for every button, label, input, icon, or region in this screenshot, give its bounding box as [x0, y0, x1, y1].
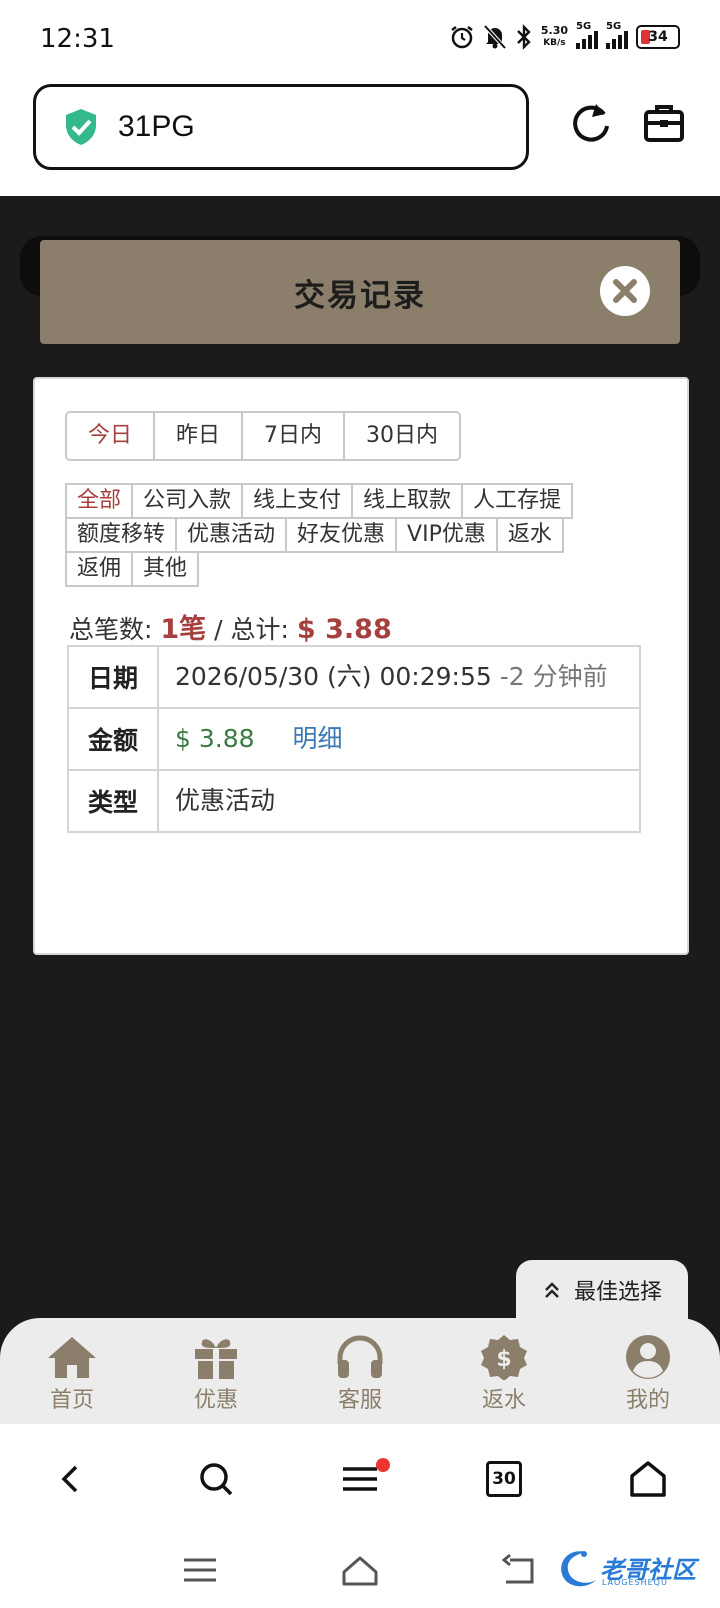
- nav-label-home: 首页: [49, 1388, 94, 1413]
- tab-today[interactable]: 今日: [67, 413, 156, 459]
- tab-7-days[interactable]: 7日内: [243, 413, 346, 459]
- relative-time: -2 分钟前: [499, 662, 608, 691]
- summary-separator: /: [214, 615, 223, 644]
- url-text: 31PG: [118, 110, 195, 143]
- svg-text:$: $: [496, 1347, 511, 1372]
- chevron-left-icon: [61, 1465, 78, 1493]
- chevron-up-double-icon: [545, 1282, 559, 1298]
- status-icons: 5.30 KB/s 5G 5G 34: [449, 21, 680, 50]
- nav-label-support: 客服: [337, 1388, 382, 1413]
- table-row: 金额 $ 3.88 明细: [67, 707, 641, 771]
- nav-item-support[interactable]: 客服: [288, 1318, 432, 1424]
- signal-strength-1: 5G: [576, 21, 598, 49]
- nav-item-promo[interactable]: 优惠: [144, 1318, 288, 1424]
- network-speed: 5.30 KB/s: [540, 24, 568, 49]
- nav-item-home[interactable]: 首页: [0, 1318, 144, 1424]
- filter-promotion[interactable]: 优惠活动: [175, 517, 288, 553]
- menu-icon: [343, 1467, 377, 1491]
- watermark-subtext: LAOGESHEQU: [602, 1578, 668, 1587]
- tab-yesterday[interactable]: 昨日: [155, 413, 244, 459]
- summary: 总笔数: 1笔 / 总计: $ 3.88: [69, 607, 392, 646]
- user-icon: [626, 1335, 670, 1379]
- recent-apps-icon[interactable]: [180, 1552, 220, 1588]
- date-cell: 2026/05/30 (六) 00:29:55 -2 分钟前: [157, 645, 641, 709]
- browser-bottom-bar: 30: [0, 1424, 720, 1534]
- best-choice-label: 最佳选择: [573, 1280, 662, 1305]
- best-choice-button[interactable]: 最佳选择: [516, 1260, 688, 1320]
- search-button[interactable]: [144, 1424, 288, 1534]
- type-value: 优惠活动: [157, 769, 641, 833]
- system-home-icon[interactable]: [340, 1552, 380, 1588]
- status-time: 12:31: [40, 24, 115, 54]
- type-label: 类型: [67, 769, 159, 833]
- notification-dot: [376, 1458, 390, 1472]
- filter-online-payment[interactable]: 线上支付: [241, 483, 354, 519]
- close-icon: [613, 279, 637, 303]
- count-label: 总笔数:: [69, 615, 153, 644]
- filter-rebate[interactable]: 返水: [495, 517, 564, 553]
- toolbox-icon[interactable]: [641, 100, 687, 146]
- modal-header: 交易记录: [40, 240, 680, 344]
- back-button[interactable]: [0, 1424, 144, 1534]
- watermark-logo: 老哥社区 LAOGESHEQU: [556, 1544, 706, 1594]
- tab-count: 30: [486, 1461, 522, 1497]
- menu-button[interactable]: [288, 1424, 432, 1534]
- date-label: 日期: [67, 645, 159, 709]
- nav-item-profile[interactable]: 我的: [576, 1318, 720, 1424]
- amount-label: 金额: [67, 707, 159, 771]
- tabs-button[interactable]: 30: [432, 1424, 576, 1534]
- signal-strength-2: 5G: [606, 21, 628, 49]
- filter-company-deposit[interactable]: 公司入款: [131, 483, 244, 519]
- filter-friend-bonus[interactable]: 好友优惠: [285, 517, 398, 553]
- filter-other[interactable]: 其他: [131, 551, 200, 587]
- nav-label-rebate: 返水: [481, 1388, 526, 1413]
- browser-address-area: 31PG: [0, 78, 720, 196]
- nav-label-profile: 我的: [625, 1388, 670, 1413]
- record-table: 日期 2026/05/30 (六) 00:29:55 -2 分钟前 金额 $ 3…: [67, 645, 641, 833]
- system-nav-bar: 老哥社区 LAOGESHEQU: [0, 1534, 720, 1608]
- bell-muted-icon: [483, 24, 507, 50]
- close-button[interactable]: [600, 266, 650, 316]
- house-outline-icon: [630, 1461, 666, 1497]
- system-back-icon[interactable]: [500, 1552, 540, 1588]
- modal-body: 今日 昨日 7日内 30日内 全部 公司入款 线上支付 线上取款 人工存提 额度…: [33, 377, 689, 955]
- total-value: $ 3.88: [296, 614, 392, 645]
- dollar-badge-icon: $: [481, 1335, 527, 1380]
- type-filters: 全部 公司入款 线上支付 线上取款 人工存提 额度移转 优惠活动 好友优惠 VI…: [65, 483, 625, 587]
- home-icon: [48, 1337, 96, 1378]
- search-icon: [200, 1463, 233, 1496]
- filter-manual-deposit[interactable]: 人工存提: [461, 483, 574, 519]
- shield-check-icon: [66, 109, 96, 145]
- table-row: 日期 2026/05/30 (六) 00:29:55 -2 分钟前: [67, 645, 641, 709]
- day-tabs: 今日 昨日 7日内 30日内: [65, 411, 462, 461]
- url-field[interactable]: 31PG: [33, 84, 529, 170]
- table-row: 类型 优惠活动: [67, 769, 641, 833]
- amount-cell: $ 3.88 明细: [157, 707, 641, 771]
- refresh-icon[interactable]: [568, 100, 614, 146]
- status-bar: 12:31 5.30 KB/s 5G 5G 34: [0, 0, 720, 78]
- site-bottom-nav: 首页 优惠 客服 $ 返水 我的: [0, 1318, 720, 1424]
- filter-vip-bonus[interactable]: VIP优惠: [395, 517, 498, 553]
- filter-online-withdrawal[interactable]: 线上取款: [351, 483, 464, 519]
- gift-icon: [195, 1339, 237, 1379]
- bluetooth-icon: [517, 24, 531, 50]
- tab-30-days[interactable]: 30日内: [345, 413, 459, 459]
- detail-link[interactable]: 明细: [292, 724, 342, 753]
- nav-label-promo: 优惠: [193, 1388, 238, 1413]
- total-label: 总计:: [230, 615, 289, 644]
- count-value: 1笔: [160, 614, 207, 645]
- filter-commission[interactable]: 返佣: [65, 551, 134, 587]
- date-value: 2026/05/30 (六) 00:29:55: [175, 662, 492, 691]
- nav-item-rebate[interactable]: $ 返水: [432, 1318, 576, 1424]
- amount-value: $ 3.88: [175, 724, 255, 753]
- alarm-icon: [451, 26, 473, 49]
- battery-indicator: 34: [636, 25, 680, 49]
- browser-home-button[interactable]: [576, 1424, 720, 1534]
- dragon-logo-icon: [561, 1551, 596, 1587]
- headset-icon: [337, 1335, 383, 1378]
- filter-all[interactable]: 全部: [65, 483, 134, 519]
- modal-title: 交易记录: [294, 277, 426, 314]
- filter-credit-transfer[interactable]: 额度移转: [65, 517, 178, 553]
